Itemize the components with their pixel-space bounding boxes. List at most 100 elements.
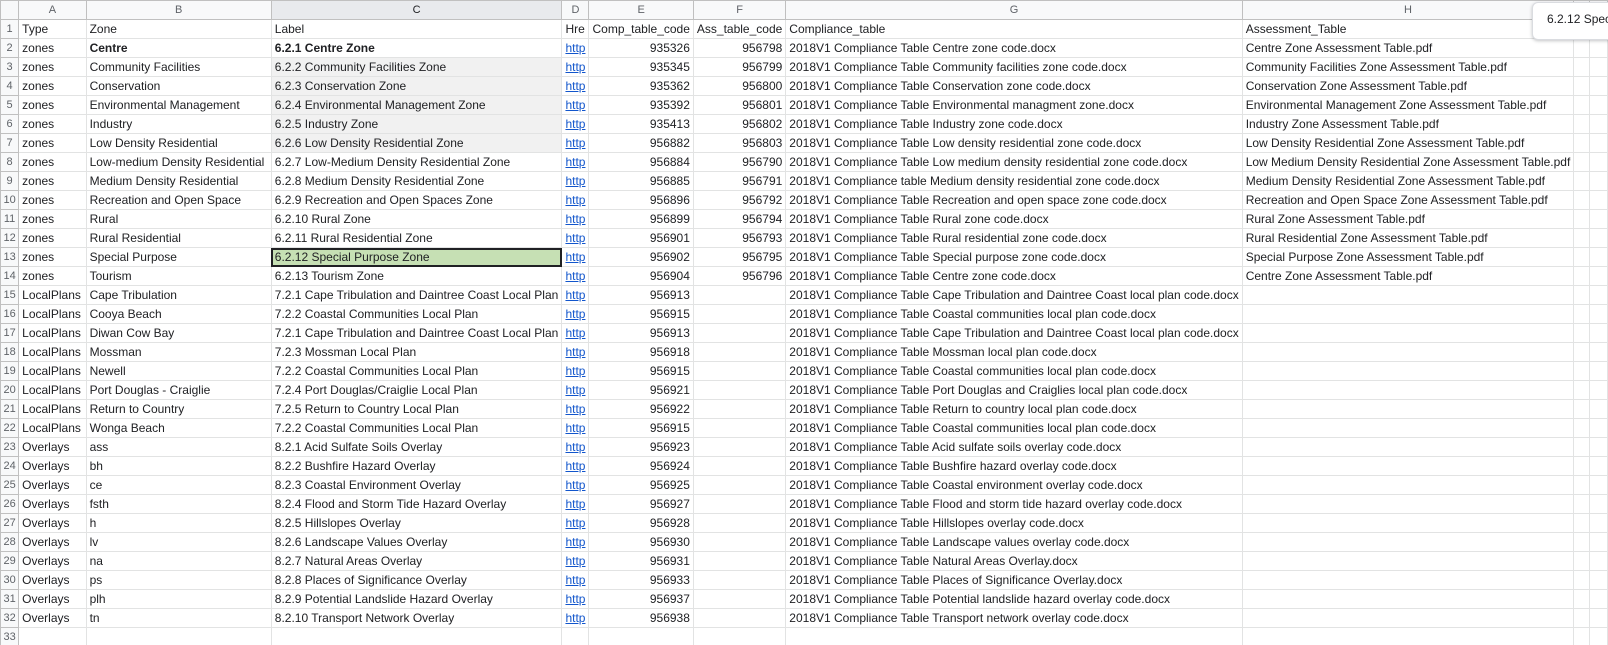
cell-label[interactable]: 6.2.9 Recreation and Open Spaces Zone <box>270 190 563 210</box>
cell-label[interactable]: 6.2.5 Industry Zone <box>270 114 563 134</box>
cell-label[interactable]: 6.2.7 Low-Medium Density Residential Zon… <box>270 152 563 172</box>
cell-zone[interactable] <box>85 627 272 645</box>
cell-ass-code[interactable]: 956802 <box>692 114 787 134</box>
cell-assessment-table[interactable]: Recreation and Open Space Zone Assessmen… <box>1241 190 1575 210</box>
cell-comp-code[interactable]: 956913 <box>588 285 694 305</box>
cell-label[interactable]: 8.2.9 Potential Landslide Hazard Overlay <box>270 589 563 609</box>
cell-assessment-table[interactable] <box>1241 285 1575 305</box>
cell-href[interactable]: Hre <box>561 19 590 39</box>
cell-empty[interactable] <box>1573 209 1590 229</box>
cell-empty[interactable] <box>1589 228 1608 248</box>
cell-href[interactable]: http <box>561 361 590 381</box>
cell-compliance-table[interactable]: 2018V1 Compliance Table Centre zone code… <box>785 266 1243 286</box>
cell-zone[interactable]: Port Douglas - Craiglie <box>85 380 272 400</box>
cell-empty[interactable] <box>1573 437 1590 457</box>
row-header[interactable]: 23 <box>0 437 20 457</box>
cell-comp-code[interactable] <box>588 627 694 645</box>
cell-comp-code[interactable]: 956915 <box>588 361 694 381</box>
cell-comp-code[interactable]: 956918 <box>588 342 694 362</box>
cell-zone[interactable]: fsth <box>85 494 272 514</box>
cell-assessment-table[interactable]: Industry Zone Assessment Table.pdf <box>1241 114 1575 134</box>
cell-ass-code[interactable]: 956801 <box>692 95 787 115</box>
cell-href[interactable]: http <box>561 171 590 191</box>
cell-comp-code[interactable]: 956921 <box>588 380 694 400</box>
cell-empty[interactable] <box>1573 361 1590 381</box>
cell-label[interactable]: 8.2.1 Acid Sulfate Soils Overlay <box>270 437 563 457</box>
cell-compliance-table[interactable]: Compliance_table <box>785 19 1243 39</box>
cell-empty[interactable] <box>1573 285 1590 305</box>
cell-ass-code[interactable] <box>692 551 787 571</box>
cell-empty[interactable] <box>1589 114 1608 134</box>
cell-compliance-table[interactable]: 2018V1 Compliance table Medium density r… <box>785 171 1243 191</box>
cell-empty[interactable] <box>1573 342 1590 362</box>
cell-label[interactable]: 8.2.3 Coastal Environment Overlay <box>270 475 563 495</box>
cell-empty[interactable] <box>1573 228 1590 248</box>
cell-href[interactable]: http <box>561 513 590 533</box>
cell-zone[interactable]: Rural Residential <box>85 228 272 248</box>
cell-ass-code[interactable]: 956791 <box>692 171 787 191</box>
cell-type[interactable]: zones <box>18 266 87 286</box>
cell-assessment-table[interactable] <box>1241 551 1575 571</box>
cell-ass-code[interactable] <box>692 285 787 305</box>
cell-type[interactable]: Overlays <box>18 532 87 552</box>
cell-compliance-table[interactable]: 2018V1 Compliance Table Rural zone code.… <box>785 209 1243 229</box>
row-header[interactable]: 24 <box>0 456 20 476</box>
cell-comp-code[interactable]: 956902 <box>588 247 694 267</box>
cell-ass-code[interactable] <box>692 323 787 343</box>
cell-assessment-table[interactable] <box>1241 627 1575 645</box>
cell-label[interactable]: 6.2.13 Tourism Zone <box>270 266 563 286</box>
cell-assessment-table[interactable]: Low Density Residential Zone Assessment … <box>1241 133 1575 153</box>
cell-ass-code[interactable]: 956792 <box>692 190 787 210</box>
cell-empty[interactable] <box>1573 494 1590 514</box>
cell-empty[interactable] <box>1589 266 1608 286</box>
cell-ass-code[interactable] <box>692 304 787 324</box>
cell-empty[interactable] <box>1573 190 1590 210</box>
cell-href[interactable]: http <box>561 437 590 457</box>
cell-empty[interactable] <box>1589 608 1608 628</box>
cell-href[interactable]: http <box>561 399 590 419</box>
cell-type[interactable]: zones <box>18 38 87 58</box>
row-header[interactable]: 5 <box>0 95 20 115</box>
cell-type[interactable]: zones <box>18 228 87 248</box>
cell-empty[interactable] <box>1573 627 1590 645</box>
cell-label[interactable]: 6.2.4 Environmental Management Zone <box>270 95 563 115</box>
cell-comp-code[interactable]: 935362 <box>588 76 694 96</box>
row-header[interactable]: 28 <box>0 532 20 552</box>
cell-assessment-table[interactable]: Low Medium Density Residential Zone Asse… <box>1241 152 1575 172</box>
cell-empty[interactable] <box>1573 551 1590 571</box>
cell-compliance-table[interactable]: 2018V1 Compliance Table Bushfire hazard … <box>785 456 1243 476</box>
cell-empty[interactable] <box>1589 76 1608 96</box>
cell-comp-code[interactable]: 956931 <box>588 551 694 571</box>
cell-assessment-table[interactable] <box>1241 399 1575 419</box>
cell-zone[interactable]: Recreation and Open Space <box>85 190 272 210</box>
cell-label[interactable]: 8.2.4 Flood and Storm Tide Hazard Overla… <box>270 494 563 514</box>
cell-compliance-table[interactable]: 2018V1 Compliance Table Environmental ma… <box>785 95 1243 115</box>
cell-label[interactable]: 6.2.1 Centre Zone <box>270 38 563 58</box>
cell-assessment-table[interactable] <box>1241 361 1575 381</box>
cell-comp-code[interactable]: 956901 <box>588 228 694 248</box>
column-header-d[interactable]: D <box>561 0 590 20</box>
cell-empty[interactable] <box>1589 532 1608 552</box>
cell-empty[interactable] <box>1589 627 1608 645</box>
cell-compliance-table[interactable]: 2018V1 Compliance Table Port Douglas and… <box>785 380 1243 400</box>
cell-label[interactable]: 6.2.8 Medium Density Residential Zone <box>270 171 563 191</box>
cell-zone[interactable]: Rural <box>85 209 272 229</box>
row-header[interactable]: 21 <box>0 399 20 419</box>
cell-ass-code[interactable] <box>692 589 787 609</box>
cell-compliance-table[interactable]: 2018V1 Compliance Table Cape Tribulation… <box>785 323 1243 343</box>
column-header-e[interactable]: E <box>588 0 694 20</box>
row-header[interactable]: 3 <box>0 57 20 77</box>
cell-label[interactable]: 6.2.12 Special Purpose Zone <box>270 247 563 267</box>
cell-assessment-table[interactable] <box>1241 304 1575 324</box>
cell-label[interactable]: 8.2.5 Hillslopes Overlay <box>270 513 563 533</box>
row-header[interactable]: 31 <box>0 589 20 609</box>
cell-empty[interactable] <box>1589 456 1608 476</box>
cell-zone[interactable]: ce <box>85 475 272 495</box>
cell-ass-code[interactable] <box>692 361 787 381</box>
cell-href[interactable] <box>561 627 590 645</box>
cell-comp-code[interactable]: 956937 <box>588 589 694 609</box>
row-header[interactable]: 11 <box>0 209 20 229</box>
cell-type[interactable]: Overlays <box>18 437 87 457</box>
cell-label[interactable] <box>270 627 563 645</box>
row-header[interactable]: 4 <box>0 76 20 96</box>
